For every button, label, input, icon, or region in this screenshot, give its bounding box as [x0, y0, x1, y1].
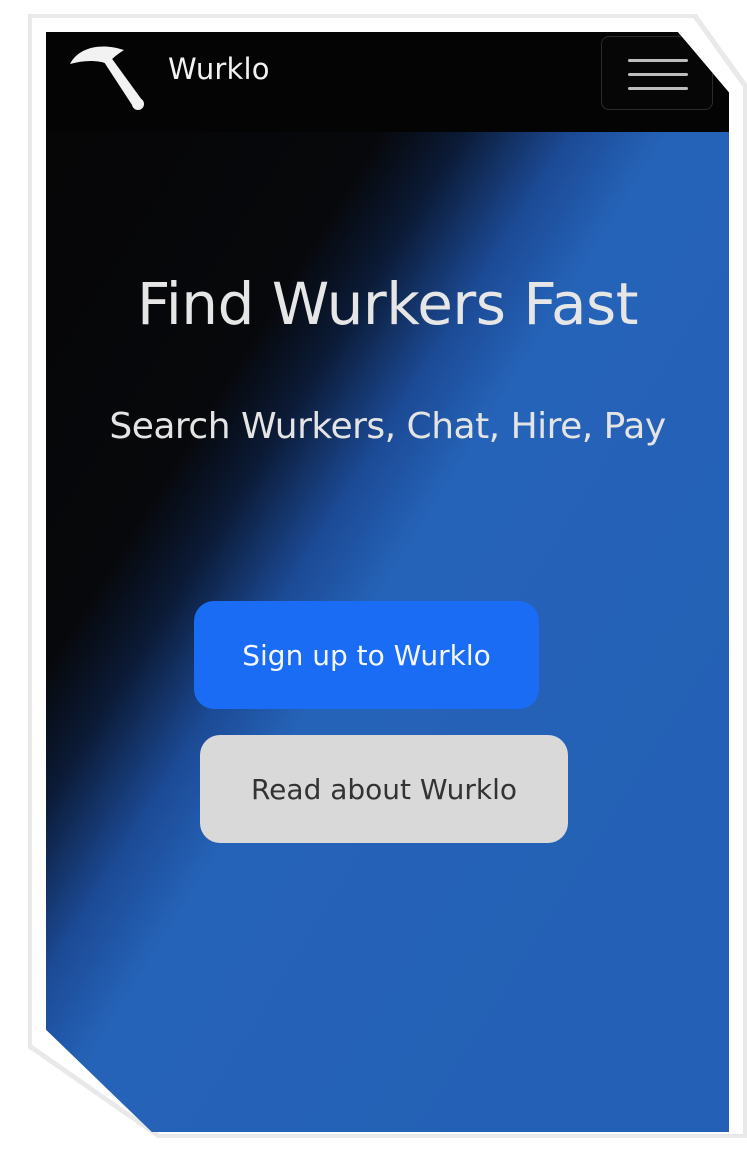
hamburger-menu-icon-bar — [628, 87, 688, 90]
app-screen: Wurklo Find Wurkers Fast Search Wurkers,… — [46, 32, 729, 1132]
navbar: Wurklo — [46, 32, 729, 132]
read-about-button[interactable]: Read about Wurklo — [200, 735, 568, 843]
hamburger-menu-icon — [628, 59, 688, 62]
pickaxe-icon[interactable] — [64, 38, 148, 116]
page: Wurklo Find Wurkers Fast Search Wurkers,… — [0, 0, 747, 1149]
signup-button[interactable]: Sign up to Wurklo — [194, 601, 539, 709]
hero-subtitle: Search Wurkers, Chat, Hire, Pay — [109, 406, 666, 447]
hero-title: Find Wurkers Fast — [137, 270, 638, 338]
hamburger-menu-icon-bar — [628, 73, 688, 76]
brand-name[interactable]: Wurklo — [168, 52, 270, 86]
